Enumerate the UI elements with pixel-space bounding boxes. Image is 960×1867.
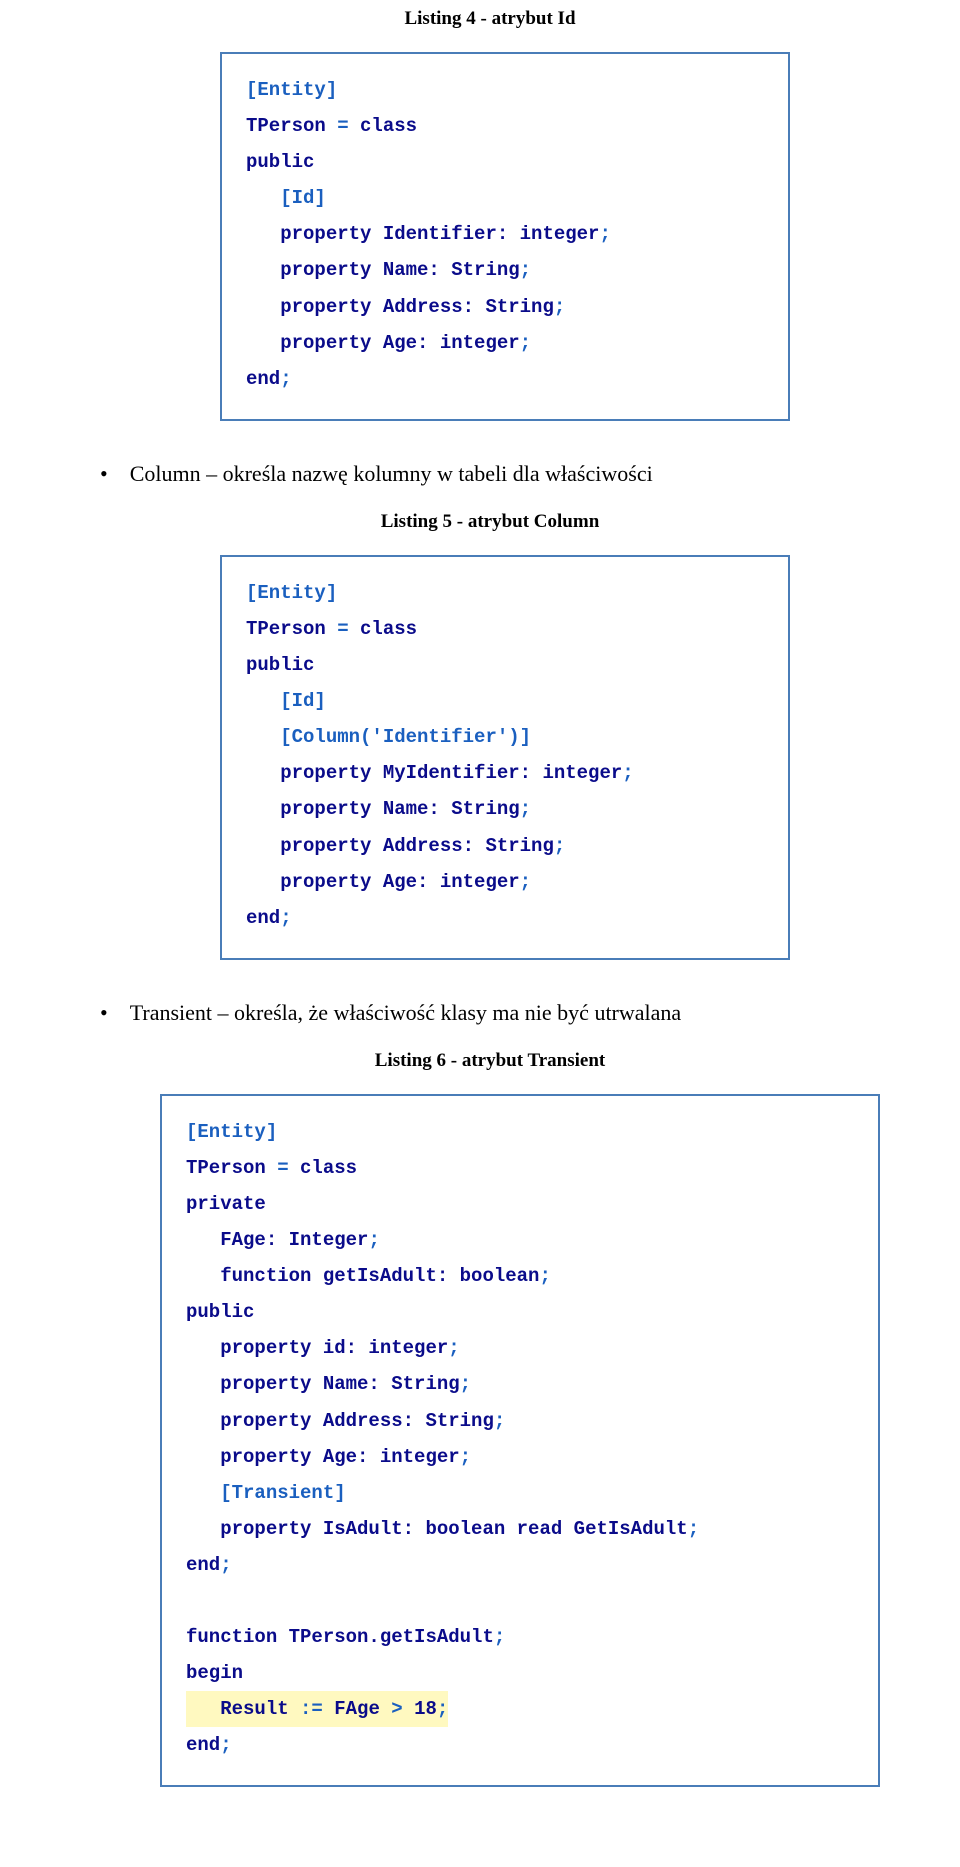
code: getIsAdult: boolean [311, 1265, 539, 1287]
code: ; [520, 871, 531, 893]
code: [Entity] [246, 79, 337, 101]
code: TPerson [246, 115, 337, 137]
code: public [186, 1301, 254, 1323]
listing5-caption: Listing 5 - atrybut Column [100, 511, 880, 533]
code: ; [460, 1373, 471, 1395]
bullet-text: Column – określa nazwę kolumny w tabeli … [130, 461, 653, 487]
code: Age: integer [371, 871, 519, 893]
code: [Id] [246, 690, 326, 712]
code: Address: String [371, 296, 553, 318]
bullet-transient: • Transient – określa, że właściwość kla… [100, 1000, 880, 1026]
code: property [186, 1410, 311, 1432]
code: property [246, 762, 371, 784]
code: property [186, 1373, 311, 1395]
code: end [246, 368, 280, 390]
code: 18 [403, 1698, 437, 1720]
code: end [186, 1734, 220, 1756]
code: class [349, 115, 417, 137]
code: ; [688, 1518, 699, 1540]
code: read [517, 1518, 563, 1540]
code: [Transient] [186, 1482, 346, 1504]
code: Result [186, 1698, 300, 1720]
code: > [391, 1698, 402, 1720]
code: TPerson [246, 618, 337, 640]
code: ; [554, 835, 565, 857]
code: function [186, 1265, 311, 1287]
bullet-column: • Column – określa nazwę kolumny w tabel… [100, 461, 880, 487]
code: ; [622, 762, 633, 784]
code: end [246, 907, 280, 929]
code: Address: String [371, 835, 553, 857]
code: FAge [323, 1698, 391, 1720]
code: ; [494, 1626, 505, 1648]
code: TPerson [186, 1157, 277, 1179]
code: ; [448, 1337, 459, 1359]
code: ; [280, 907, 291, 929]
listing4-caption: Listing 4 - atrybut Id [100, 8, 880, 30]
code: GetIsAdult [562, 1518, 687, 1540]
listing4-codebox: [Entity] TPerson = class public [Id] pro… [220, 52, 790, 421]
code: [Id] [246, 187, 326, 209]
code: = [337, 115, 348, 137]
code: ; [520, 259, 531, 281]
code: property [246, 332, 371, 354]
code: property [186, 1337, 311, 1359]
code: := [300, 1698, 323, 1720]
code: public [246, 151, 314, 173]
code: Name: String [371, 259, 519, 281]
listing5-codebox: [Entity] TPerson = class public [Id] [Co… [220, 555, 790, 960]
code: ; [539, 1265, 550, 1287]
code: property [246, 259, 371, 281]
code: [Entity] [246, 582, 337, 604]
code: ; [437, 1698, 448, 1720]
code: id: integer [311, 1337, 448, 1359]
bullet-icon: • [100, 463, 108, 485]
code: property [246, 835, 371, 857]
code: private [186, 1193, 266, 1215]
code: = [337, 618, 348, 640]
code: IsAdult: boolean [311, 1518, 516, 1540]
code: MyIdentifier: integer [371, 762, 622, 784]
code: public [246, 654, 314, 676]
code: Age: integer [311, 1446, 459, 1468]
code: ; [460, 1446, 471, 1468]
code: end [186, 1554, 220, 1576]
code: ; [554, 296, 565, 318]
code: property [246, 871, 371, 893]
code: Name: String [311, 1373, 459, 1395]
bullet-icon: • [100, 1002, 108, 1024]
listing6-codebox: [Entity] TPerson = class private FAge: I… [160, 1094, 880, 1788]
code: property [186, 1446, 311, 1468]
code: class [349, 618, 417, 640]
code: function [186, 1626, 277, 1648]
code: TPerson.getIsAdult [277, 1626, 494, 1648]
code: Identifier: integer [371, 223, 599, 245]
code: property [186, 1518, 311, 1540]
bullet-text: Transient – określa, że właściwość klasy… [130, 1000, 681, 1026]
code: Address: String [311, 1410, 493, 1432]
code: ; [494, 1410, 505, 1432]
code: ; [280, 368, 291, 390]
code: ; [220, 1554, 231, 1576]
code: begin [186, 1662, 243, 1684]
code: ; [520, 332, 531, 354]
code: = [277, 1157, 288, 1179]
code: property [246, 798, 371, 820]
code: ; [599, 223, 610, 245]
code: [Entity] [186, 1121, 277, 1143]
code: ; [520, 798, 531, 820]
code: property [246, 223, 371, 245]
code: ; [220, 1734, 231, 1756]
code: [Column( [246, 726, 371, 748]
code: class [289, 1157, 357, 1179]
code: FAge: Integer [186, 1229, 368, 1251]
listing6-caption: Listing 6 - atrybut Transient [100, 1050, 880, 1072]
code: property [246, 296, 371, 318]
code: Age: integer [371, 332, 519, 354]
code: ; [368, 1229, 379, 1251]
code: 'Identifier' [371, 726, 508, 748]
code: )] [508, 726, 531, 748]
code: Name: String [371, 798, 519, 820]
